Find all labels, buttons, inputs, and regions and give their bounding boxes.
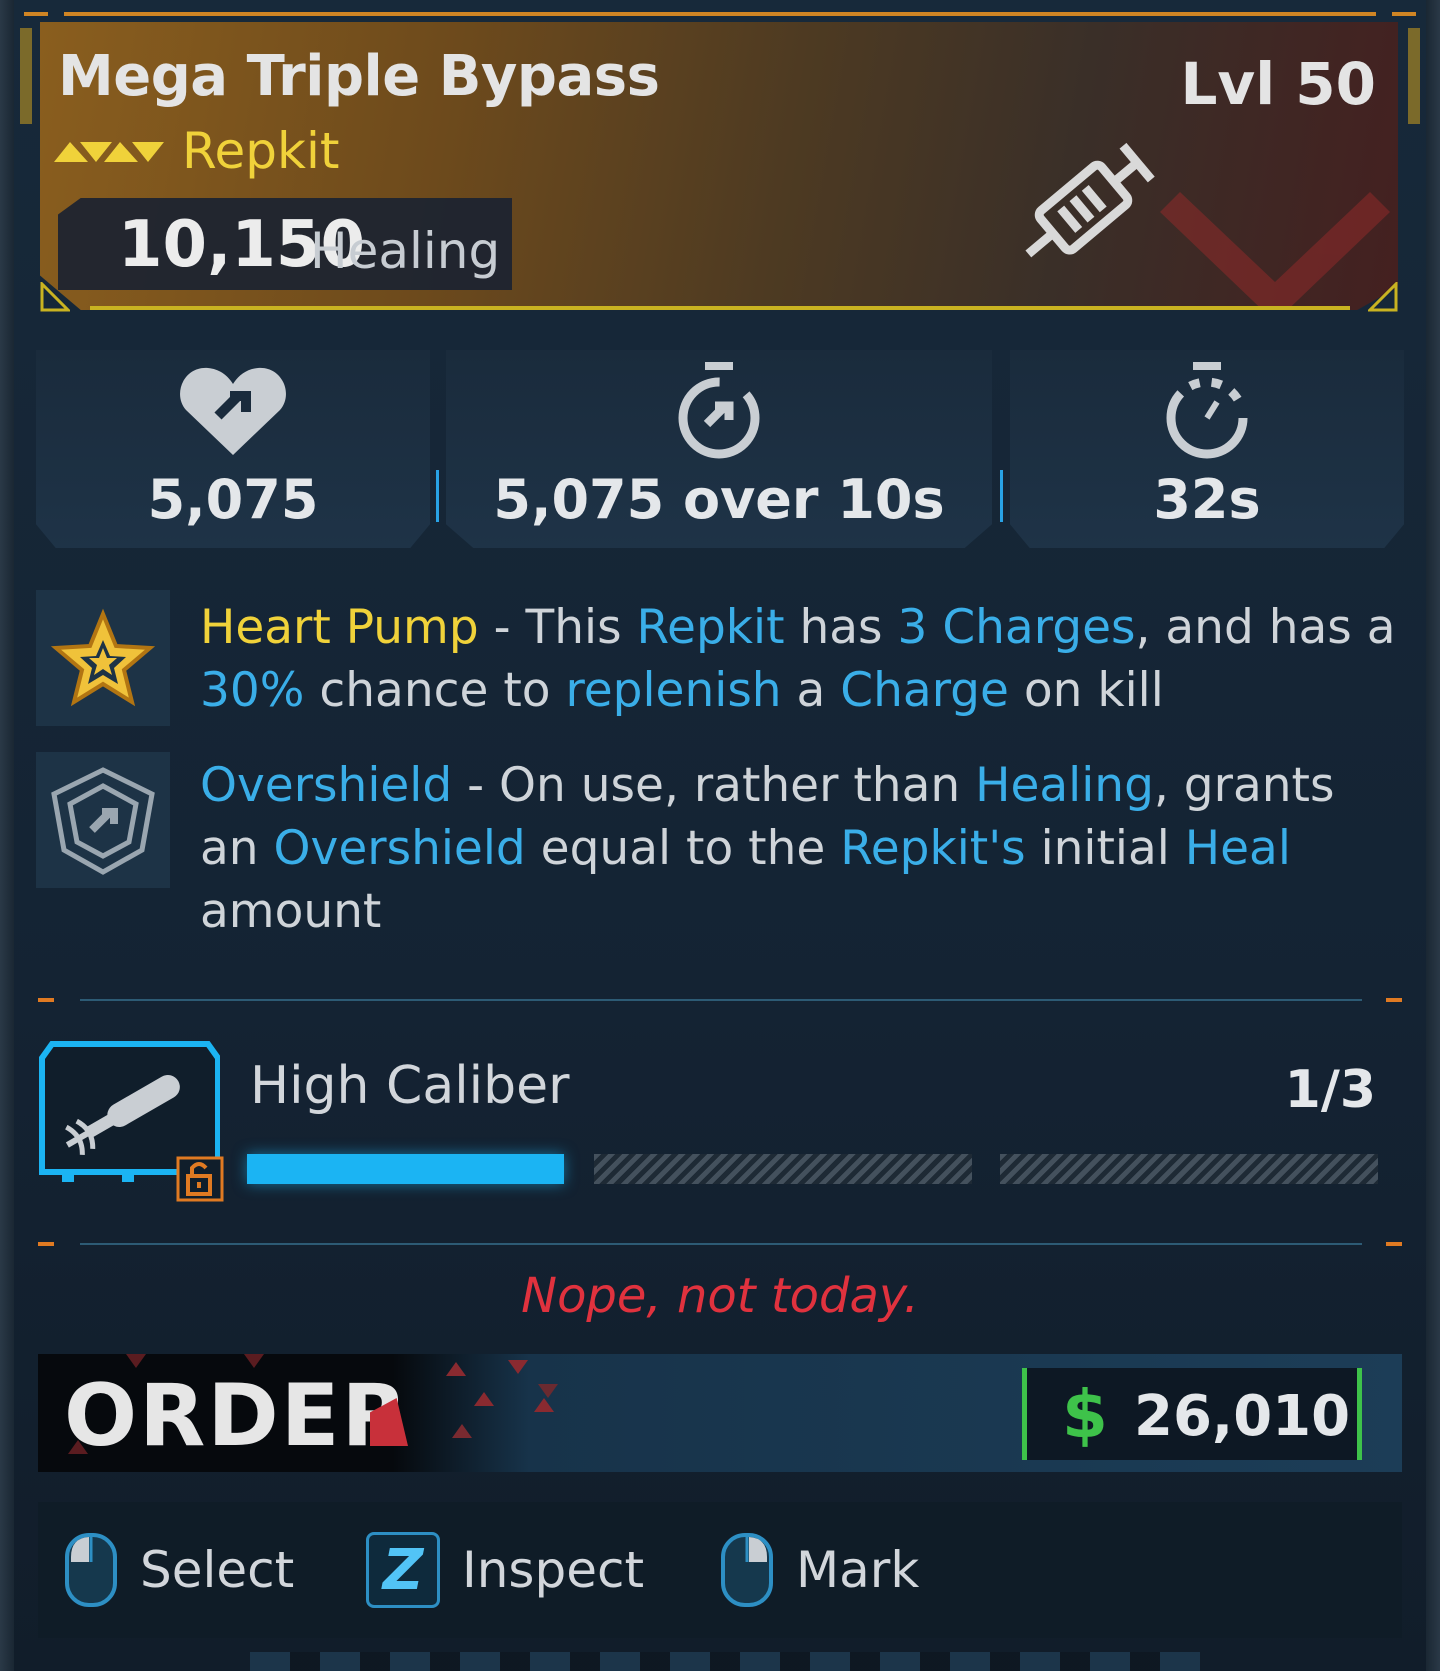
inspect-label: Inspect xyxy=(462,1541,645,1599)
perk-text: equal to the xyxy=(525,821,841,876)
perk-icon-tile xyxy=(36,752,170,888)
heart-plus-icon xyxy=(180,367,286,455)
perk-text: has xyxy=(784,600,898,655)
divider-tick xyxy=(1386,998,1402,1002)
card-right-edge xyxy=(1426,0,1440,1671)
item-header: Mega Triple Bypass Lvl 50 Repkit 10,150 … xyxy=(40,22,1398,310)
item-name: Mega Triple Bypass xyxy=(58,44,660,109)
mod-progress-empty xyxy=(594,1154,972,1184)
mod-count: 1/3 xyxy=(1284,1060,1376,1120)
manufacturer-logo: ORDER xyxy=(64,1366,410,1466)
shield-plus-icon xyxy=(51,767,155,875)
item-rarity: Repkit xyxy=(54,122,339,180)
divider-tick xyxy=(1386,1242,1402,1246)
perk-name: Heart Pump xyxy=(200,600,479,655)
syringe-icon xyxy=(1025,142,1155,258)
mod-progress-filled xyxy=(247,1154,564,1184)
select-label: Select xyxy=(140,1541,295,1599)
top-accent-tick-right xyxy=(1392,12,1416,16)
perk-text: - This xyxy=(478,600,637,655)
perk-keyword: Repkit xyxy=(636,600,785,655)
unlock-icon xyxy=(176,1156,224,1202)
inspect-action[interactable]: Z Inspect xyxy=(366,1532,644,1608)
z-key-icon: Z xyxy=(366,1532,440,1608)
perk-heart-pump: Heart Pump - This Repkit has 3 Charges, … xyxy=(200,596,1400,722)
perk-icon-tile xyxy=(36,590,170,726)
perk-text: - On use, rather than xyxy=(452,758,976,813)
perk-keyword: Overshield xyxy=(273,821,526,876)
flavor-text: Nope, not today. xyxy=(521,1268,919,1324)
top-accent-tick-left xyxy=(24,12,48,16)
stat-separator xyxy=(436,470,439,522)
perk-keyword: Charge xyxy=(840,663,1009,718)
divider xyxy=(80,1243,1362,1245)
healing-label: Healing xyxy=(310,222,501,280)
mouse-right-icon xyxy=(721,1533,773,1607)
perk-name: Overshield xyxy=(200,758,453,813)
card-left-edge xyxy=(0,0,14,1671)
stat-cooldown: 32s xyxy=(1010,350,1404,548)
perk-text: amount xyxy=(200,884,382,939)
item-type: Repkit xyxy=(182,122,340,180)
stat-heal-amount: 5,075 xyxy=(36,350,430,548)
header-corner-left xyxy=(40,282,70,312)
dollar-icon: $ xyxy=(1062,1376,1108,1453)
divider xyxy=(80,999,1362,1001)
perk-keyword: Heal xyxy=(1184,821,1291,876)
perk-keyword: Repkit's xyxy=(840,821,1026,876)
perk-text: a xyxy=(781,663,841,718)
stat-separator xyxy=(1000,470,1003,522)
header-corner-right xyxy=(1368,282,1398,312)
divider-tick xyxy=(38,998,54,1002)
perk-text: on kill xyxy=(1008,663,1164,718)
perk-text: initial xyxy=(1025,821,1185,876)
price-value: 26,010 xyxy=(1134,1384,1351,1449)
mod-name: High Caliber xyxy=(250,1056,570,1116)
perk-keyword: 30% xyxy=(200,663,305,718)
timer-heal-icon xyxy=(678,362,760,459)
perk-overshield: Overshield - On use, rather than Healing… xyxy=(200,754,1400,943)
item-level: Lvl 50 xyxy=(1180,50,1376,118)
mark-label: Mark xyxy=(796,1541,920,1599)
bottom-decoration xyxy=(250,1652,1200,1671)
perk-text: chance to xyxy=(304,663,566,718)
stopwatch-icon xyxy=(1166,362,1248,459)
header-side-mark-right xyxy=(1408,28,1420,124)
perk-keyword: Healing xyxy=(975,758,1154,813)
divider-tick xyxy=(38,1242,54,1246)
stat-value-heal: 5,075 xyxy=(147,468,319,531)
rarity-chevrons-icon xyxy=(54,142,164,162)
mark-action[interactable]: Mark xyxy=(720,1532,919,1608)
mod-slot[interactable] xyxy=(36,1040,224,1202)
stat-value-heal-over-time: 5,075 over 10s xyxy=(493,468,945,531)
stat-value-cooldown: 32s xyxy=(1153,468,1261,531)
top-accent-line xyxy=(64,12,1376,16)
header-side-mark-left xyxy=(20,28,32,124)
perk-keyword: 3 Charges xyxy=(897,600,1136,655)
select-action[interactable]: Select xyxy=(64,1532,294,1608)
mod-progress-empty xyxy=(1000,1154,1378,1184)
rarity-chevron-decoration xyxy=(1160,192,1390,310)
perk-text: , and has a xyxy=(1135,600,1396,655)
perk-keyword: replenish xyxy=(565,663,782,718)
gold-star-icon xyxy=(50,608,156,707)
stat-heal-over-time: 5,075 over 10s xyxy=(446,350,992,548)
header-rarity-line xyxy=(90,306,1350,310)
mouse-left-icon xyxy=(65,1533,117,1607)
